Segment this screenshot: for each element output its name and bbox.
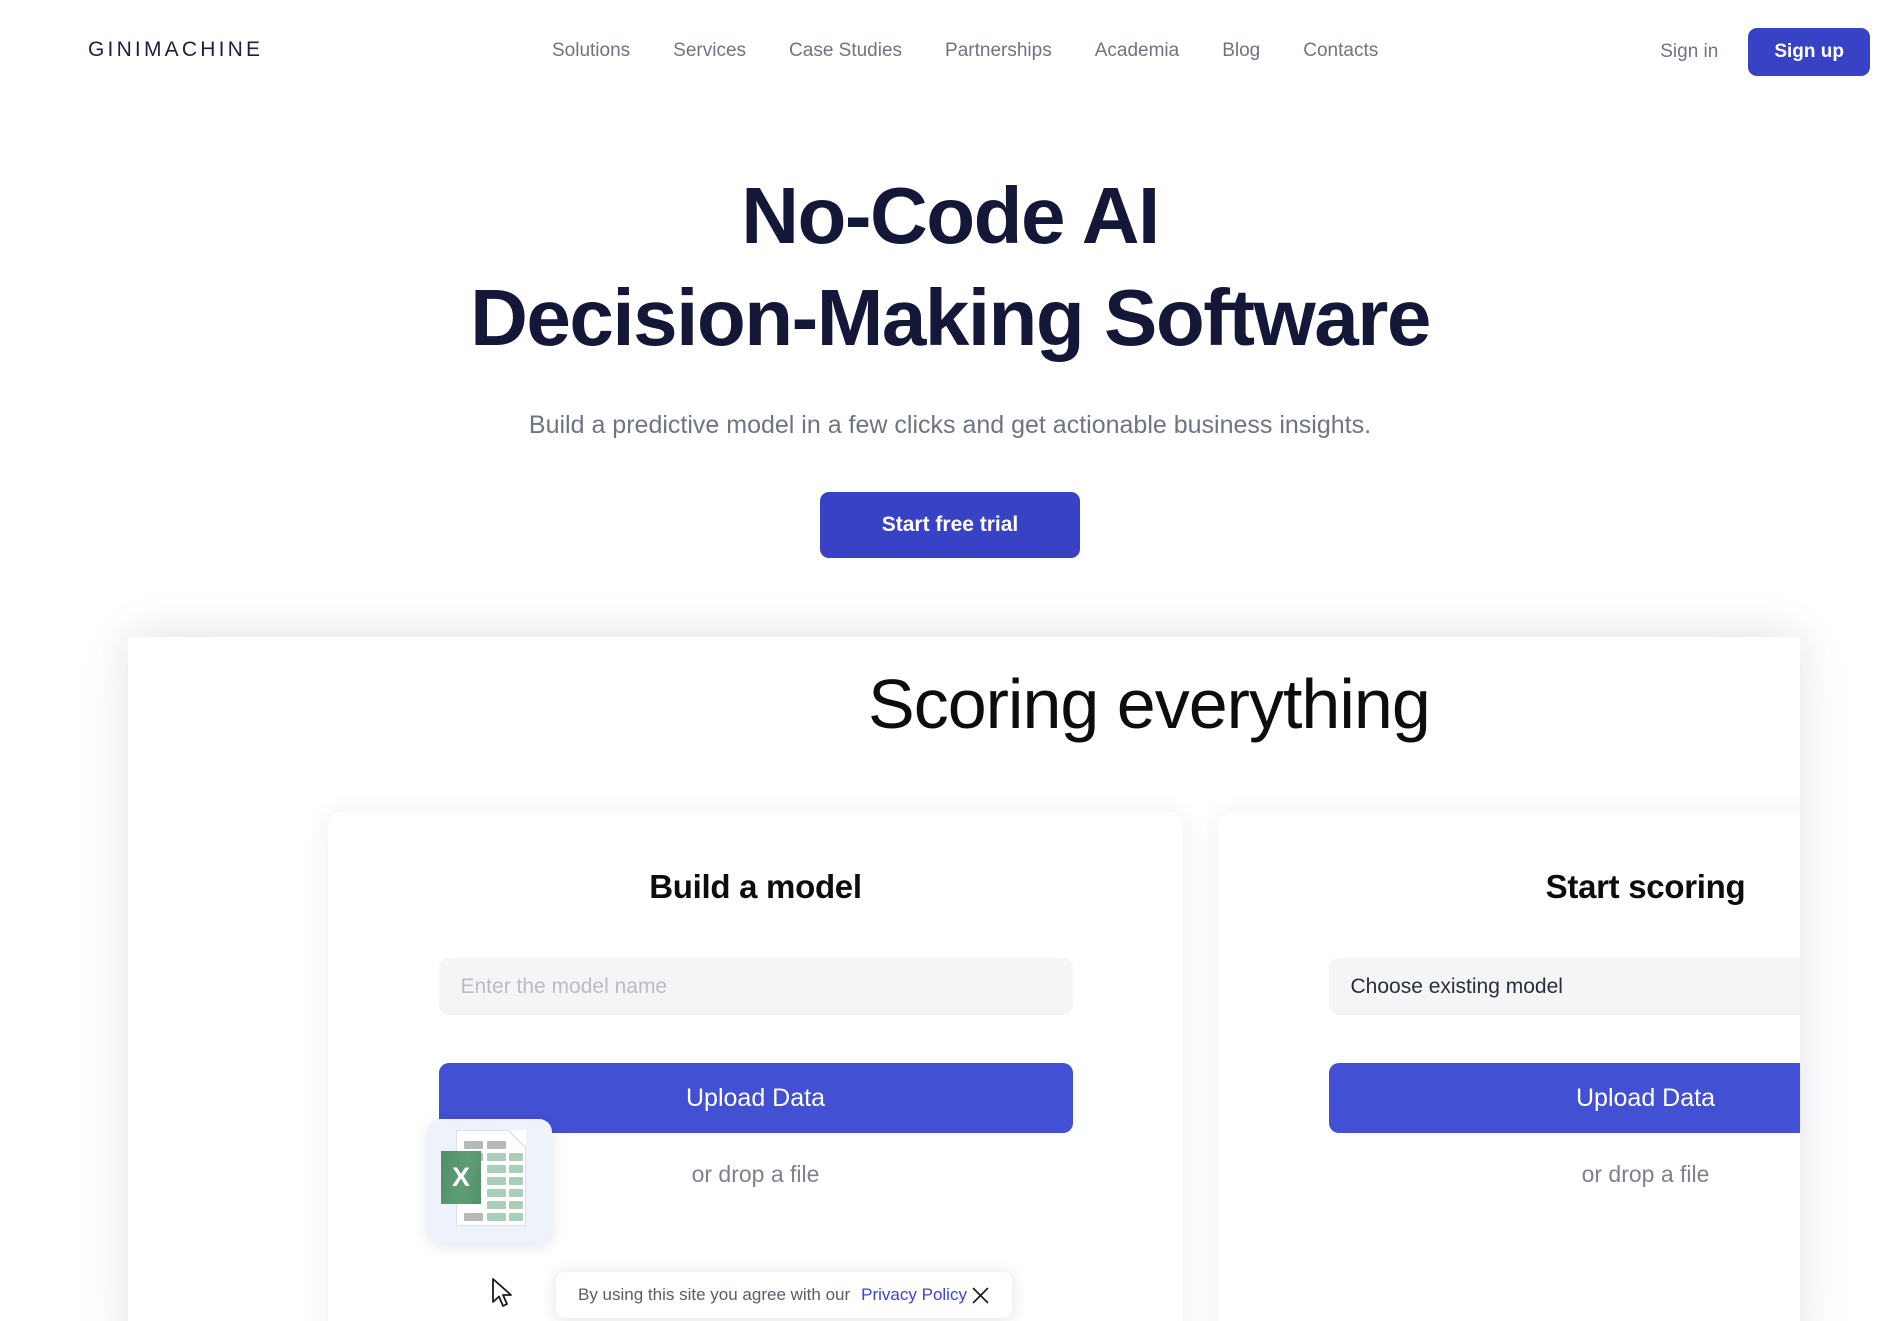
site-header: GINIMACHINE Solutions Services Case Stud…: [0, 0, 1900, 104]
page-root: GINIMACHINE Solutions Services Case Stud…: [0, 0, 1900, 1321]
privacy-policy-link[interactable]: Privacy Policy: [861, 1285, 967, 1305]
cookie-banner-text: By using this site you agree with our: [578, 1285, 851, 1304]
mouse-cursor-icon: [492, 1278, 514, 1313]
app-preview-title: Scoring everything: [868, 665, 1431, 743]
excel-x-badge: X: [441, 1151, 481, 1204]
nav-item-solutions[interactable]: Solutions: [552, 40, 630, 62]
existing-model-select[interactable]: Choose existing model: [1328, 958, 1800, 1015]
hero-subtitle: Build a predictive model in a few clicks…: [528, 411, 1372, 439]
excel-file-icon[interactable]: X: [428, 1119, 552, 1243]
nav-item-case-studies[interactable]: Case Studies: [789, 40, 902, 62]
start-scoring-card: Start scoring Choose existing model Uplo…: [1218, 812, 1800, 1321]
build-model-heading: Build a model: [649, 868, 862, 905]
model-name-input[interactable]: [438, 958, 1073, 1015]
main-navigation: Solutions Services Case Studies Partners…: [552, 40, 1378, 62]
cookie-consent-banner: By using this site you agree with our Pr…: [556, 1272, 1012, 1318]
auth-actions: Sign in Sign up: [1660, 28, 1870, 76]
sign-in-link[interactable]: Sign in: [1660, 41, 1718, 63]
upload-data-wrap-right: Upload Data: [1218, 1063, 1800, 1133]
start-scoring-heading: Start scoring: [1545, 868, 1746, 905]
page-fold-icon: [509, 1130, 526, 1147]
nav-item-contacts[interactable]: Contacts: [1303, 40, 1378, 62]
sign-up-button[interactable]: Sign up: [1748, 28, 1870, 76]
page-title: No-Code AI Decision-Making Software: [0, 176, 1900, 358]
close-icon[interactable]: [968, 1283, 992, 1307]
model-name-field-wrap: [328, 958, 1183, 1015]
hero-section: No-Code AI Decision-Making Software Buil…: [0, 104, 1900, 558]
brand-logo[interactable]: GINIMACHINE: [88, 38, 263, 62]
build-a-model-card: Build a model Upload Data or drop a file: [328, 812, 1183, 1321]
existing-model-field-wrap: Choose existing model: [1218, 958, 1800, 1015]
hero-title-line1: No-Code AI: [741, 171, 1160, 260]
app-preview-panel: Scoring everything Build a model Upload …: [128, 637, 1800, 1321]
nav-item-services[interactable]: Services: [673, 40, 746, 62]
hero-title-line2: Decision-Making Software: [470, 273, 1431, 362]
nav-item-partnerships[interactable]: Partnerships: [945, 40, 1052, 62]
start-free-trial-button[interactable]: Start free trial: [819, 491, 1081, 558]
drop-file-hint-right[interactable]: or drop a file: [1218, 1161, 1800, 1188]
nav-item-blog[interactable]: Blog: [1222, 40, 1260, 62]
nav-item-academia[interactable]: Academia: [1095, 40, 1180, 62]
upload-data-button-right[interactable]: Upload Data: [1328, 1063, 1800, 1133]
